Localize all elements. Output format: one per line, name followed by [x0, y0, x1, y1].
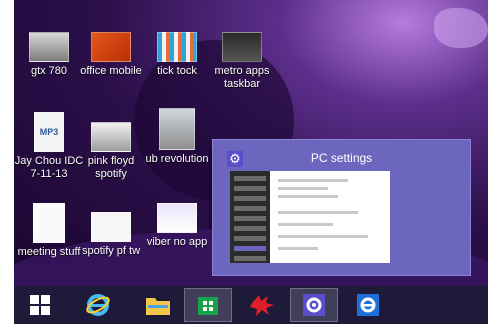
taskbar	[14, 286, 488, 324]
gpu-thumbnail-icon	[29, 32, 69, 62]
desktop-icon-label: office mobile	[80, 65, 142, 77]
pc-settings-preview[interactable]: ⚙ PC settings	[212, 139, 471, 276]
desktop-icon-spotify-pf-tw[interactable]: spotify pf tw	[76, 212, 146, 258]
desktop-icon-meeting-stuff[interactable]: meeting stuff	[14, 203, 84, 259]
tick-tock-thumbnail-icon	[157, 32, 197, 62]
desktop-icon-label: gtx 780	[30, 65, 68, 77]
mp3-file-icon: MP3	[34, 112, 64, 152]
preview-line	[278, 247, 318, 250]
preview-thumbnail	[230, 171, 390, 263]
desktop-icon-label: pink floyd spotify	[87, 155, 135, 180]
desktop-icon-label: metro apps taskbar	[214, 65, 270, 90]
ie-metro-button[interactable]	[344, 288, 392, 322]
preview-sidebar-row	[234, 186, 266, 191]
desktop-icon-pink-floyd-spotify[interactable]: pink floyd spotify	[76, 122, 146, 181]
preview-line	[278, 195, 338, 198]
preview-sidebar-row	[234, 236, 266, 241]
red-app-button[interactable]	[238, 288, 286, 322]
preview-sidebar-row	[234, 226, 266, 231]
start-button[interactable]	[16, 288, 64, 322]
desktop-icon-label: viber no app	[146, 236, 208, 248]
wallpaper-splash	[434, 8, 488, 48]
desktop-icon-gtx-780[interactable]: gtx 780	[14, 32, 84, 78]
preview-sidebar-row	[234, 206, 266, 211]
ie-icon	[86, 294, 110, 316]
folder-icon	[146, 298, 170, 315]
file-explorer-button[interactable]	[134, 288, 182, 322]
preview-title: PC settings	[310, 151, 373, 165]
preview-sidebar-row	[234, 196, 266, 201]
store-icon	[198, 297, 218, 315]
preview-sidebar-row	[234, 256, 266, 261]
desktop-icon-label: spotify pf tw	[81, 245, 141, 257]
preview-sidebar-row	[234, 176, 266, 181]
desktop-icon-office-mobile[interactable]: office mobile	[76, 32, 146, 78]
desktop-icon-label: ub revolution	[145, 153, 209, 165]
preview-sidebar-row-selected	[234, 246, 266, 251]
document-icon	[33, 203, 65, 243]
desktop-icon-label: Jay Chou IDC 7-11-13	[14, 155, 84, 180]
preview-line	[278, 187, 328, 190]
desktop-icon-label: tick tock	[157, 65, 197, 77]
metro-apps-thumbnail-icon	[222, 32, 262, 62]
preview-sidebar	[230, 171, 270, 263]
spotify-thumbnail-icon	[91, 212, 131, 242]
desktop-icon-tick-tock[interactable]: tick tock	[142, 32, 212, 78]
preview-line	[278, 235, 368, 238]
gear-icon	[303, 294, 325, 316]
screen: gtx 780 office mobile tick tock metro ap…	[0, 0, 500, 334]
red-splat-icon	[250, 295, 274, 316]
internet-explorer-button[interactable]	[74, 288, 122, 322]
preview-sidebar-row	[234, 216, 266, 221]
ub-revolution-thumbnail-icon	[159, 108, 195, 150]
preview-line	[278, 179, 348, 182]
store-button[interactable]	[184, 288, 232, 322]
ie-icon	[357, 294, 379, 316]
viber-thumbnail-icon	[157, 203, 197, 233]
desktop-icon-ub-revolution[interactable]: ub revolution	[142, 108, 212, 166]
preview-line	[278, 211, 358, 214]
preview-line	[278, 223, 333, 226]
windows-logo-icon	[30, 295, 50, 315]
pink-floyd-thumbnail-icon	[91, 122, 131, 152]
desktop-icon-viber-no-app[interactable]: viber no app	[142, 203, 212, 249]
pc-settings-button[interactable]	[290, 288, 338, 322]
office-mobile-thumbnail-icon	[91, 32, 131, 62]
desktop-icon-jay-chou-idc[interactable]: MP3 Jay Chou IDC 7-11-13	[14, 112, 84, 181]
desktop-icon-label: meeting stuff	[17, 246, 81, 258]
desktop-icon-metro-apps-taskbar[interactable]: metro apps taskbar	[207, 32, 277, 91]
